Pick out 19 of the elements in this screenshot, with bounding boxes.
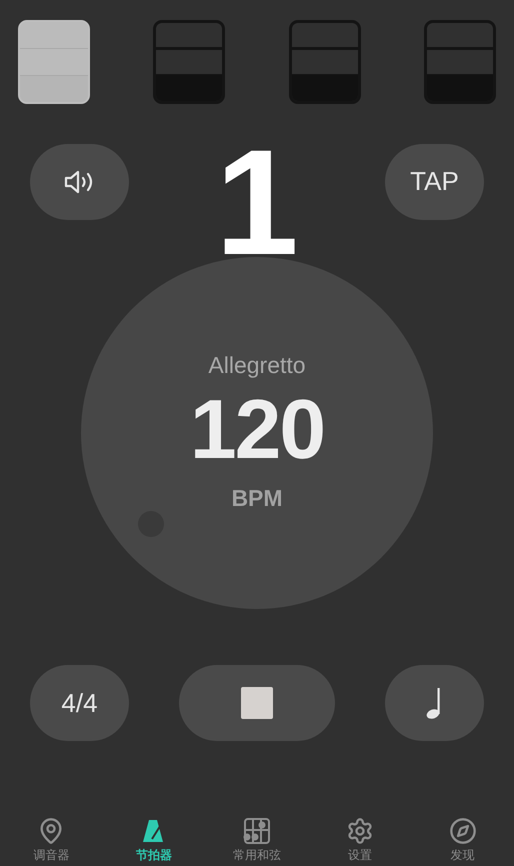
- tab-bar-item[interactable]: 设置: [314, 817, 405, 864]
- settings-icon: [346, 817, 374, 845]
- tab-bar-item[interactable]: 常用和弦: [212, 817, 302, 864]
- compass-icon: [448, 817, 477, 845]
- beat-indicator[interactable]: [153, 20, 226, 104]
- tab-bar-item[interactable]: 发现: [418, 817, 508, 864]
- stop-icon: [241, 687, 273, 719]
- beat-indicator[interactable]: [424, 20, 496, 104]
- bpm-value: 120: [190, 387, 324, 471]
- time-signature-button[interactable]: 4/4: [30, 665, 129, 741]
- beat-indicator[interactable]: [288, 20, 361, 104]
- chord-grid-icon: [242, 817, 272, 845]
- tempo-name: Allegretto: [208, 352, 306, 379]
- tap-button[interactable]: TAP: [385, 144, 484, 220]
- tab-bar-item[interactable]: 调音器: [6, 817, 96, 864]
- tempo-dial[interactable]: Allegretto 120 BPM: [81, 257, 433, 609]
- bpm-unit: BPM: [231, 485, 283, 512]
- tab-bar-item[interactable]: 节拍器: [109, 817, 200, 864]
- beat-indicator[interactable]: [18, 20, 90, 104]
